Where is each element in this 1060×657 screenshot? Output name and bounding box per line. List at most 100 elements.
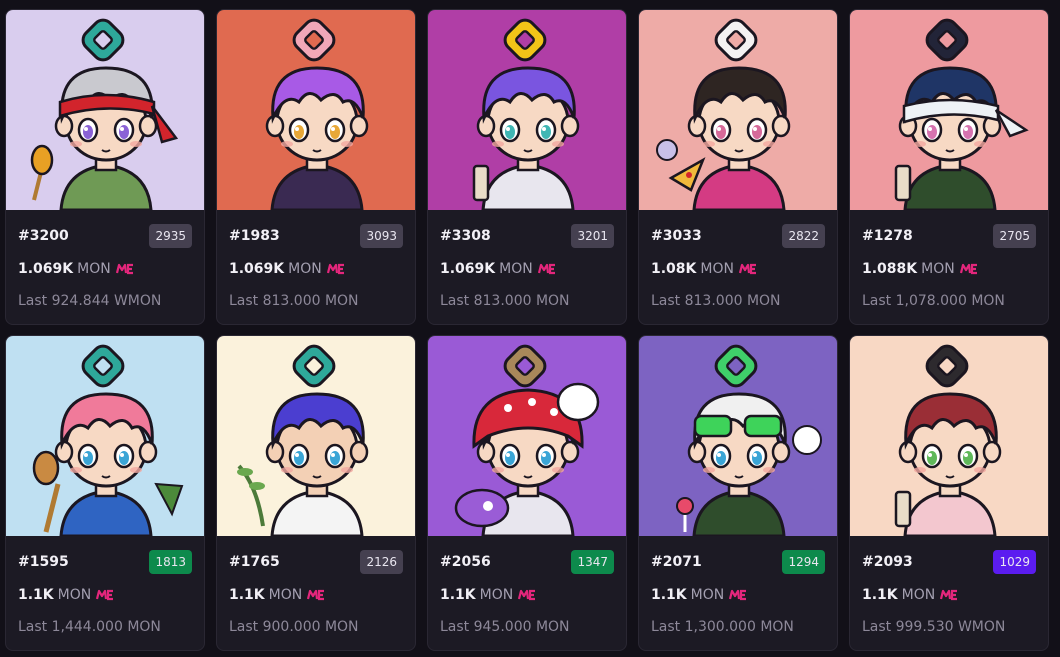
nft-info: #2056 1347 1.1K MON Last 945.000 MON	[428, 536, 626, 650]
listing-price: 1.1K MON	[862, 587, 958, 605]
magic-eden-logo-icon[interactable]	[959, 263, 978, 279]
magic-eden-logo-icon[interactable]	[729, 589, 747, 605]
magic-eden-logo-icon[interactable]	[518, 589, 536, 605]
magic-eden-logo-icon[interactable]	[115, 263, 134, 279]
nft-info: #1983 3093 1.069K MON Last 813.000 MON	[217, 210, 415, 324]
price-value: 1.069K	[440, 261, 496, 277]
last-sale-price: Last 813.000 MON	[651, 293, 781, 309]
price-currency: MON	[499, 261, 533, 277]
nft-image[interactable]	[639, 336, 837, 536]
listing-price: 1.069K MON	[229, 261, 345, 279]
last-sale-price: Last 1,300.000 MON	[651, 619, 794, 635]
nft-card[interactable]: #3308 3201 1.069K MON Last 813.000 MON	[427, 9, 627, 325]
listing-price: 1.1K MON	[229, 587, 325, 605]
nft-image[interactable]	[428, 10, 626, 210]
listing-price: 1.08K MON	[651, 261, 757, 279]
price-value: 1.1K	[18, 587, 54, 603]
nft-id-row: #3200 2935	[18, 224, 192, 250]
nft-info: #3308 3201 1.069K MON Last 813.000 MON	[428, 210, 626, 324]
magic-eden-logo-icon[interactable]	[537, 263, 556, 279]
last-sale-price: Last 1,078.000 MON	[862, 293, 1005, 309]
magic-eden-logo-icon[interactable]	[738, 263, 757, 279]
rarity-rank-badge: 3201	[571, 224, 614, 248]
price-currency: MON	[57, 587, 92, 603]
token-id: #2071	[651, 554, 702, 570]
listing-price: 1.1K MON	[651, 587, 747, 605]
nft-card[interactable]: #1765 2126 1.1K MON Last 900.000 MON	[216, 335, 416, 651]
nft-info: #2093 1029 1.1K MON Last 999.530 WMON	[850, 536, 1048, 650]
price-currency: MON	[690, 587, 725, 603]
token-id: #3033	[651, 228, 702, 244]
listing-price: 1.088K MON	[862, 261, 978, 279]
magic-eden-logo-icon[interactable]	[96, 589, 114, 605]
rarity-rank-badge: 3093	[360, 224, 403, 248]
listing-price: 1.1K MON	[440, 587, 536, 605]
rarity-rank-badge: 2935	[149, 224, 192, 248]
nft-image[interactable]	[6, 10, 204, 210]
token-id: #2056	[440, 554, 491, 570]
nft-id-row: #1983 3093	[229, 224, 403, 250]
listing-price: 1.069K MON	[18, 261, 134, 279]
token-id: #1765	[229, 554, 280, 570]
nft-image[interactable]	[850, 336, 1048, 536]
nft-info: #1595 1813 1.1K MON Last 1,444.000 MON	[6, 536, 204, 650]
token-id: #3200	[18, 228, 69, 244]
listing-price: 1.1K MON	[18, 587, 114, 605]
price-currency: MON	[288, 261, 322, 277]
nft-info: #1278 2705 1.088K MON Last 1,078.000 MON	[850, 210, 1048, 324]
magic-eden-logo-icon[interactable]	[940, 589, 958, 605]
nft-image[interactable]	[6, 336, 204, 536]
price-value: 1.069K	[18, 261, 74, 277]
nft-id-row: #2093 1029	[862, 550, 1036, 576]
nft-id-row: #2071 1294	[651, 550, 825, 576]
last-sale-price: Last 813.000 MON	[229, 293, 359, 309]
nft-id-row: #1765 2126	[229, 550, 403, 576]
nft-card[interactable]: #1595 1813 1.1K MON Last 1,444.000 MON	[5, 335, 205, 651]
nft-card[interactable]: #3033 2822 1.08K MON Last 813.000 MON	[638, 9, 838, 325]
price-currency: MON	[901, 587, 936, 603]
nft-card[interactable]: #2071 1294 1.1K MON Last 1,300.000 MON	[638, 335, 838, 651]
nft-image[interactable]	[217, 336, 415, 536]
price-value: 1.088K	[862, 261, 918, 277]
price-currency: MON	[77, 261, 111, 277]
last-sale-price: Last 999.530 WMON	[862, 619, 1006, 635]
price-currency: MON	[700, 261, 734, 277]
price-currency: MON	[479, 587, 514, 603]
price-value: 1.1K	[651, 587, 687, 603]
rarity-rank-badge: 1347	[571, 550, 614, 574]
nft-grid: #3200 2935 1.069K MON Last 924.844 WMON #1983…	[5, 9, 1049, 651]
nft-card[interactable]: #2056 1347 1.1K MON Last 945.000 MON	[427, 335, 627, 651]
last-sale-price: Last 924.844 WMON	[18, 293, 162, 309]
nft-image[interactable]	[850, 10, 1048, 210]
nft-info: #1765 2126 1.1K MON Last 900.000 MON	[217, 536, 415, 650]
nft-image[interactable]	[639, 10, 837, 210]
nft-card[interactable]: #1983 3093 1.069K MON Last 813.000 MON	[216, 9, 416, 325]
rarity-rank-badge: 1813	[149, 550, 192, 574]
nft-id-row: #3033 2822	[651, 224, 825, 250]
last-sale-price: Last 945.000 MON	[440, 619, 570, 635]
listing-price: 1.069K MON	[440, 261, 556, 279]
nft-image[interactable]	[428, 336, 626, 536]
price-value: 1.1K	[229, 587, 265, 603]
last-sale-price: Last 900.000 MON	[229, 619, 359, 635]
nft-card[interactable]: #2093 1029 1.1K MON Last 999.530 WMON	[849, 335, 1049, 651]
token-id: #2093	[862, 554, 913, 570]
price-value: 1.1K	[440, 587, 476, 603]
token-id: #1278	[862, 228, 913, 244]
rarity-rank-badge: 2705	[993, 224, 1036, 248]
nft-info: #2071 1294 1.1K MON Last 1,300.000 MON	[639, 536, 837, 650]
price-value: 1.069K	[229, 261, 285, 277]
nft-id-row: #1595 1813	[18, 550, 192, 576]
nft-card[interactable]: #1278 2705 1.088K MON Last 1,078.000 MON	[849, 9, 1049, 325]
rarity-rank-badge: 2822	[782, 224, 825, 248]
nft-card[interactable]: #3200 2935 1.069K MON Last 924.844 WMON	[5, 9, 205, 325]
magic-eden-logo-icon[interactable]	[326, 263, 345, 279]
price-currency: MON	[268, 587, 303, 603]
last-sale-price: Last 1,444.000 MON	[18, 619, 161, 635]
price-value: 1.1K	[862, 587, 898, 603]
nft-id-row: #2056 1347	[440, 550, 614, 576]
nft-info: #3033 2822 1.08K MON Last 813.000 MON	[639, 210, 837, 324]
rarity-rank-badge: 2126	[360, 550, 403, 574]
magic-eden-logo-icon[interactable]	[307, 589, 325, 605]
nft-image[interactable]	[217, 10, 415, 210]
